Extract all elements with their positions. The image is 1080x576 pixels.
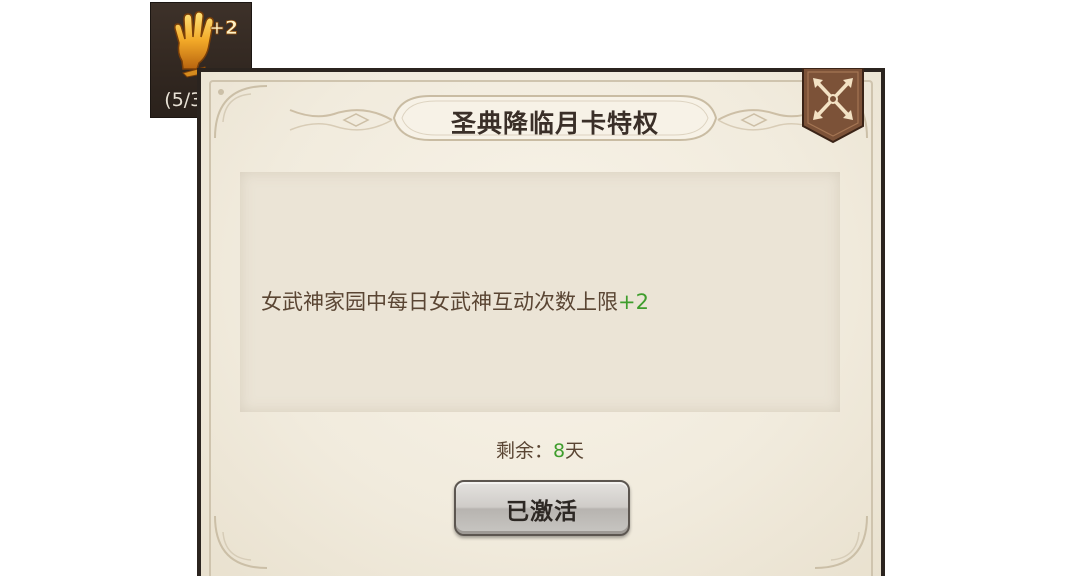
privilege-content: 女武神家园中每日女武神互动次数上限+2 xyxy=(240,172,840,412)
counter-badge: +2 xyxy=(209,17,238,39)
corner-ornament-icon xyxy=(214,515,268,569)
crossed-swords-close-icon xyxy=(802,68,864,144)
game-screen: +2 (5/3+2) 圣典降临月卡特权 xyxy=(0,0,1080,576)
flourish-left-icon xyxy=(289,109,393,131)
remaining-days: 剩余：8天 xyxy=(495,440,585,462)
privilege-bonus: +2 xyxy=(618,290,649,314)
corner-ornament-icon xyxy=(214,85,268,139)
activated-button[interactable]: 已激活 xyxy=(454,480,630,536)
activated-button-label: 已激活 xyxy=(506,499,578,525)
privilege-description: 女武神家园中每日女武神互动次数上限+2 xyxy=(261,290,649,314)
title-plaque: 圣典降临月卡特权 xyxy=(390,92,720,144)
dialog-title: 圣典降临月卡特权 xyxy=(450,109,659,138)
corner-ornament-icon xyxy=(814,515,868,569)
close-button[interactable] xyxy=(801,68,865,144)
